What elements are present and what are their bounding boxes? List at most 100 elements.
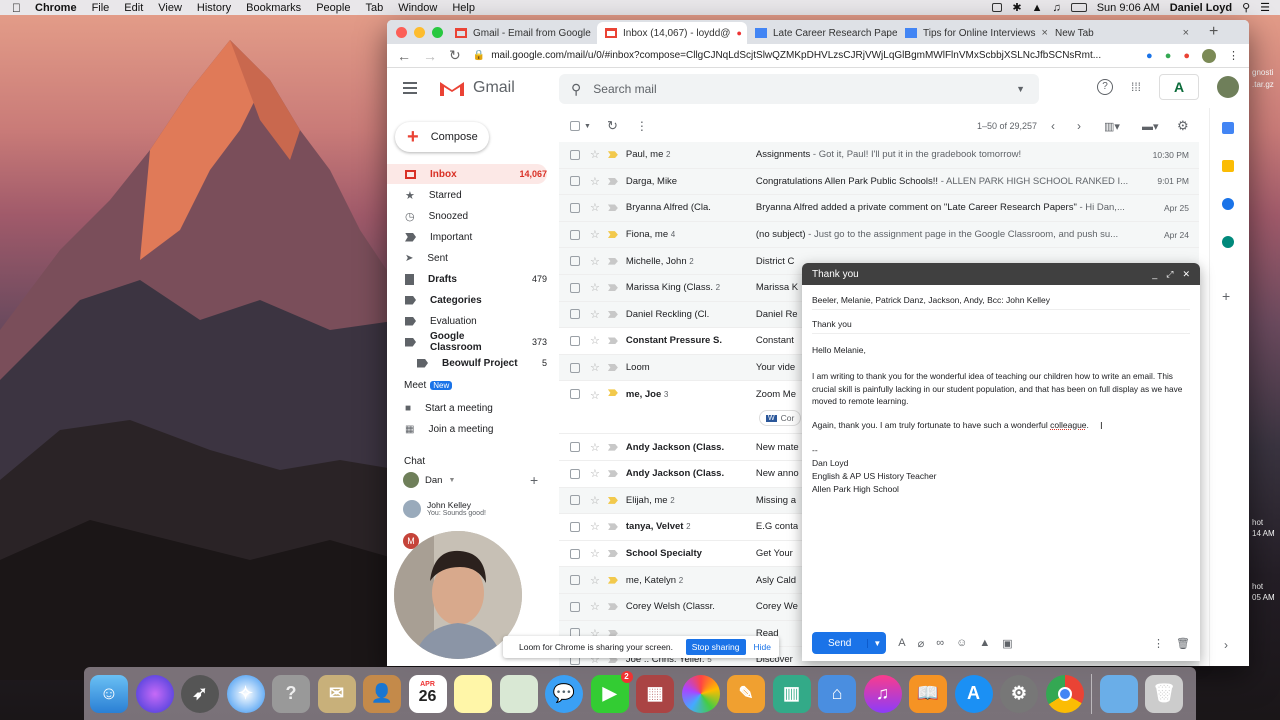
chevron-down-icon[interactable]: ▼ bbox=[584, 123, 591, 130]
trash-icon[interactable]: 🗑 bbox=[1176, 637, 1190, 650]
row-checkbox[interactable] bbox=[570, 335, 580, 346]
star-icon[interactable]: ☆ bbox=[590, 361, 600, 374]
star-icon[interactable]: ☆ bbox=[590, 255, 600, 268]
pages-icon[interactable]: ✎ bbox=[727, 674, 765, 713]
star-icon[interactable]: ☆ bbox=[590, 334, 600, 347]
main-menu-icon[interactable] bbox=[403, 82, 417, 94]
important-marker-icon[interactable] bbox=[607, 364, 618, 372]
row-checkbox[interactable] bbox=[570, 202, 580, 213]
browser-tab-active[interactable]: Inbox (14,067) - loydd@ ● × bbox=[597, 22, 747, 44]
photo-icon[interactable]: ▣ bbox=[1002, 637, 1012, 650]
row-checkbox[interactable] bbox=[570, 495, 580, 506]
extension-icon[interactable]: ● bbox=[1165, 50, 1172, 62]
url-field[interactable]: 🔒 mail.google.com/mail/u/0/#inbox?compos… bbox=[473, 50, 1134, 61]
hide-button[interactable]: Hide bbox=[754, 642, 771, 652]
browser-tab[interactable]: Late Career Research Paper × bbox=[747, 22, 897, 44]
safari-icon[interactable]: ✧ bbox=[226, 674, 265, 713]
tasks-icon[interactable] bbox=[1222, 198, 1234, 210]
new-tab-icon[interactable]: + bbox=[1209, 23, 1218, 41]
app-store-icon[interactable]: A bbox=[954, 674, 993, 713]
sidebar-item-snoozed[interactable]: ◷ Snoozed bbox=[387, 206, 547, 226]
row-checkbox[interactable] bbox=[570, 282, 580, 293]
forward-icon[interactable]: → bbox=[423, 48, 437, 64]
volume-icon[interactable]: ♫ bbox=[1052, 2, 1060, 14]
recipients-field[interactable]: Beeler, Melanie, Patrick Danz, Jackson, … bbox=[802, 295, 1060, 305]
sidebar-item-google-classroom[interactable]: Google Classroom 373 bbox=[387, 331, 547, 353]
row-checkbox[interactable] bbox=[570, 149, 580, 160]
email-row[interactable]: ☆ Paul, me 2 Assignments - Got it, Paul! I… bbox=[559, 142, 1199, 169]
star-icon[interactable]: ☆ bbox=[590, 574, 600, 587]
important-marker-icon[interactable] bbox=[607, 603, 618, 611]
trash-icon[interactable]: 🗑 bbox=[1145, 674, 1183, 713]
menu-file[interactable]: File bbox=[92, 2, 110, 14]
screen-icon[interactable] bbox=[992, 3, 1003, 12]
star-icon[interactable]: ☆ bbox=[590, 441, 600, 454]
important-marker-icon[interactable] bbox=[607, 231, 618, 239]
subject-field[interactable]: Thank you bbox=[802, 319, 862, 329]
reload-icon[interactable]: ↻ bbox=[449, 47, 461, 64]
account-avatar[interactable] bbox=[1217, 76, 1239, 98]
apple-icon[interactable]:  bbox=[12, 1, 21, 15]
chrome-icon[interactable] bbox=[1045, 674, 1084, 713]
calendar-icon[interactable] bbox=[1222, 122, 1234, 134]
sidebar-item-drafts[interactable]: Drafts 479 bbox=[387, 269, 547, 289]
help-icon[interactable]: ? bbox=[1096, 79, 1113, 95]
important-marker-icon[interactable] bbox=[607, 443, 618, 451]
sidebar-item-inbox[interactable]: Inbox 14,067 bbox=[387, 164, 547, 184]
chat-contact[interactable]: John Kelley You: Sounds good! bbox=[403, 500, 486, 518]
star-icon[interactable]: ☆ bbox=[590, 228, 600, 241]
compose-button[interactable]: + Compose bbox=[395, 122, 489, 152]
star-icon[interactable]: ☆ bbox=[590, 389, 600, 402]
compose-header[interactable]: Thank you _ ⤢ ✕ bbox=[802, 263, 1200, 285]
row-checkbox[interactable] bbox=[570, 309, 580, 320]
star-icon[interactable]: ☆ bbox=[590, 467, 600, 480]
star-icon[interactable]: ☆ bbox=[590, 175, 600, 188]
browser-menu-icon[interactable]: ⋮ bbox=[1228, 49, 1239, 62]
contacts-icon[interactable] bbox=[1222, 236, 1234, 248]
star-icon[interactable]: ☆ bbox=[590, 547, 600, 560]
important-marker-icon[interactable] bbox=[607, 523, 618, 531]
apps-grid-icon[interactable]: ⁞⁞⁞ bbox=[1131, 80, 1141, 94]
split-pane-icon[interactable]: ▥▾ bbox=[1104, 120, 1120, 133]
spotlight-icon[interactable]: ⚲ bbox=[1242, 1, 1250, 14]
search-icon[interactable]: ⚲ bbox=[571, 81, 581, 98]
important-marker-icon[interactable] bbox=[607, 470, 618, 478]
keynote-icon[interactable]: ⌂ bbox=[818, 674, 856, 713]
link-icon[interactable]: ∞ bbox=[936, 637, 944, 649]
important-marker-icon[interactable] bbox=[607, 550, 618, 558]
stop-sharing-button[interactable]: Stop sharing bbox=[685, 639, 746, 655]
menu-history[interactable]: History bbox=[197, 2, 231, 14]
battery-icon[interactable] bbox=[1070, 3, 1087, 12]
close-icon[interactable]: ✕ bbox=[1182, 269, 1190, 280]
row-checkbox[interactable] bbox=[570, 442, 580, 453]
contacts-icon[interactable]: 👤 bbox=[363, 674, 401, 713]
star-icon[interactable]: ☆ bbox=[590, 308, 600, 321]
important-marker-icon[interactable] bbox=[607, 284, 618, 292]
keep-icon[interactable] bbox=[1222, 160, 1234, 172]
system-preferences-icon[interactable]: ⚙ bbox=[1000, 674, 1038, 713]
star-icon[interactable]: ☆ bbox=[590, 520, 600, 533]
search-input[interactable]: ⚲ Search mail ▼ bbox=[559, 74, 1039, 104]
itunes-icon[interactable]: ♫ bbox=[863, 674, 902, 713]
wifi-icon[interactable]: ▲ bbox=[1032, 2, 1043, 14]
sidebar-item-sent[interactable]: ➤ Sent bbox=[387, 248, 547, 268]
menu-tab[interactable]: Tab bbox=[365, 2, 383, 14]
drive-icon[interactable]: ▲ bbox=[979, 637, 990, 649]
add-chat-icon[interactable]: + bbox=[530, 472, 538, 488]
important-marker-icon[interactable] bbox=[607, 576, 618, 584]
message-body[interactable]: Hello Melanie, I am writing to thank you… bbox=[802, 341, 1200, 581]
star-icon[interactable]: ☆ bbox=[590, 494, 600, 507]
siri-icon[interactable] bbox=[135, 674, 174, 713]
important-marker-icon[interactable] bbox=[607, 389, 618, 397]
menu-app-name[interactable]: Chrome bbox=[35, 2, 77, 14]
more-options-icon[interactable]: ⋮ bbox=[1153, 637, 1164, 650]
photos-icon[interactable] bbox=[681, 674, 720, 713]
important-marker-icon[interactable] bbox=[607, 337, 618, 345]
close-tab-icon[interactable]: × bbox=[1183, 27, 1189, 39]
important-marker-icon[interactable] bbox=[607, 310, 618, 318]
important-marker-icon[interactable] bbox=[607, 151, 618, 159]
important-marker-icon[interactable] bbox=[607, 177, 618, 185]
expand-panel-icon[interactable]: › bbox=[1224, 638, 1228, 652]
row-checkbox[interactable] bbox=[570, 176, 580, 187]
next-page-icon[interactable]: › bbox=[1077, 119, 1081, 133]
